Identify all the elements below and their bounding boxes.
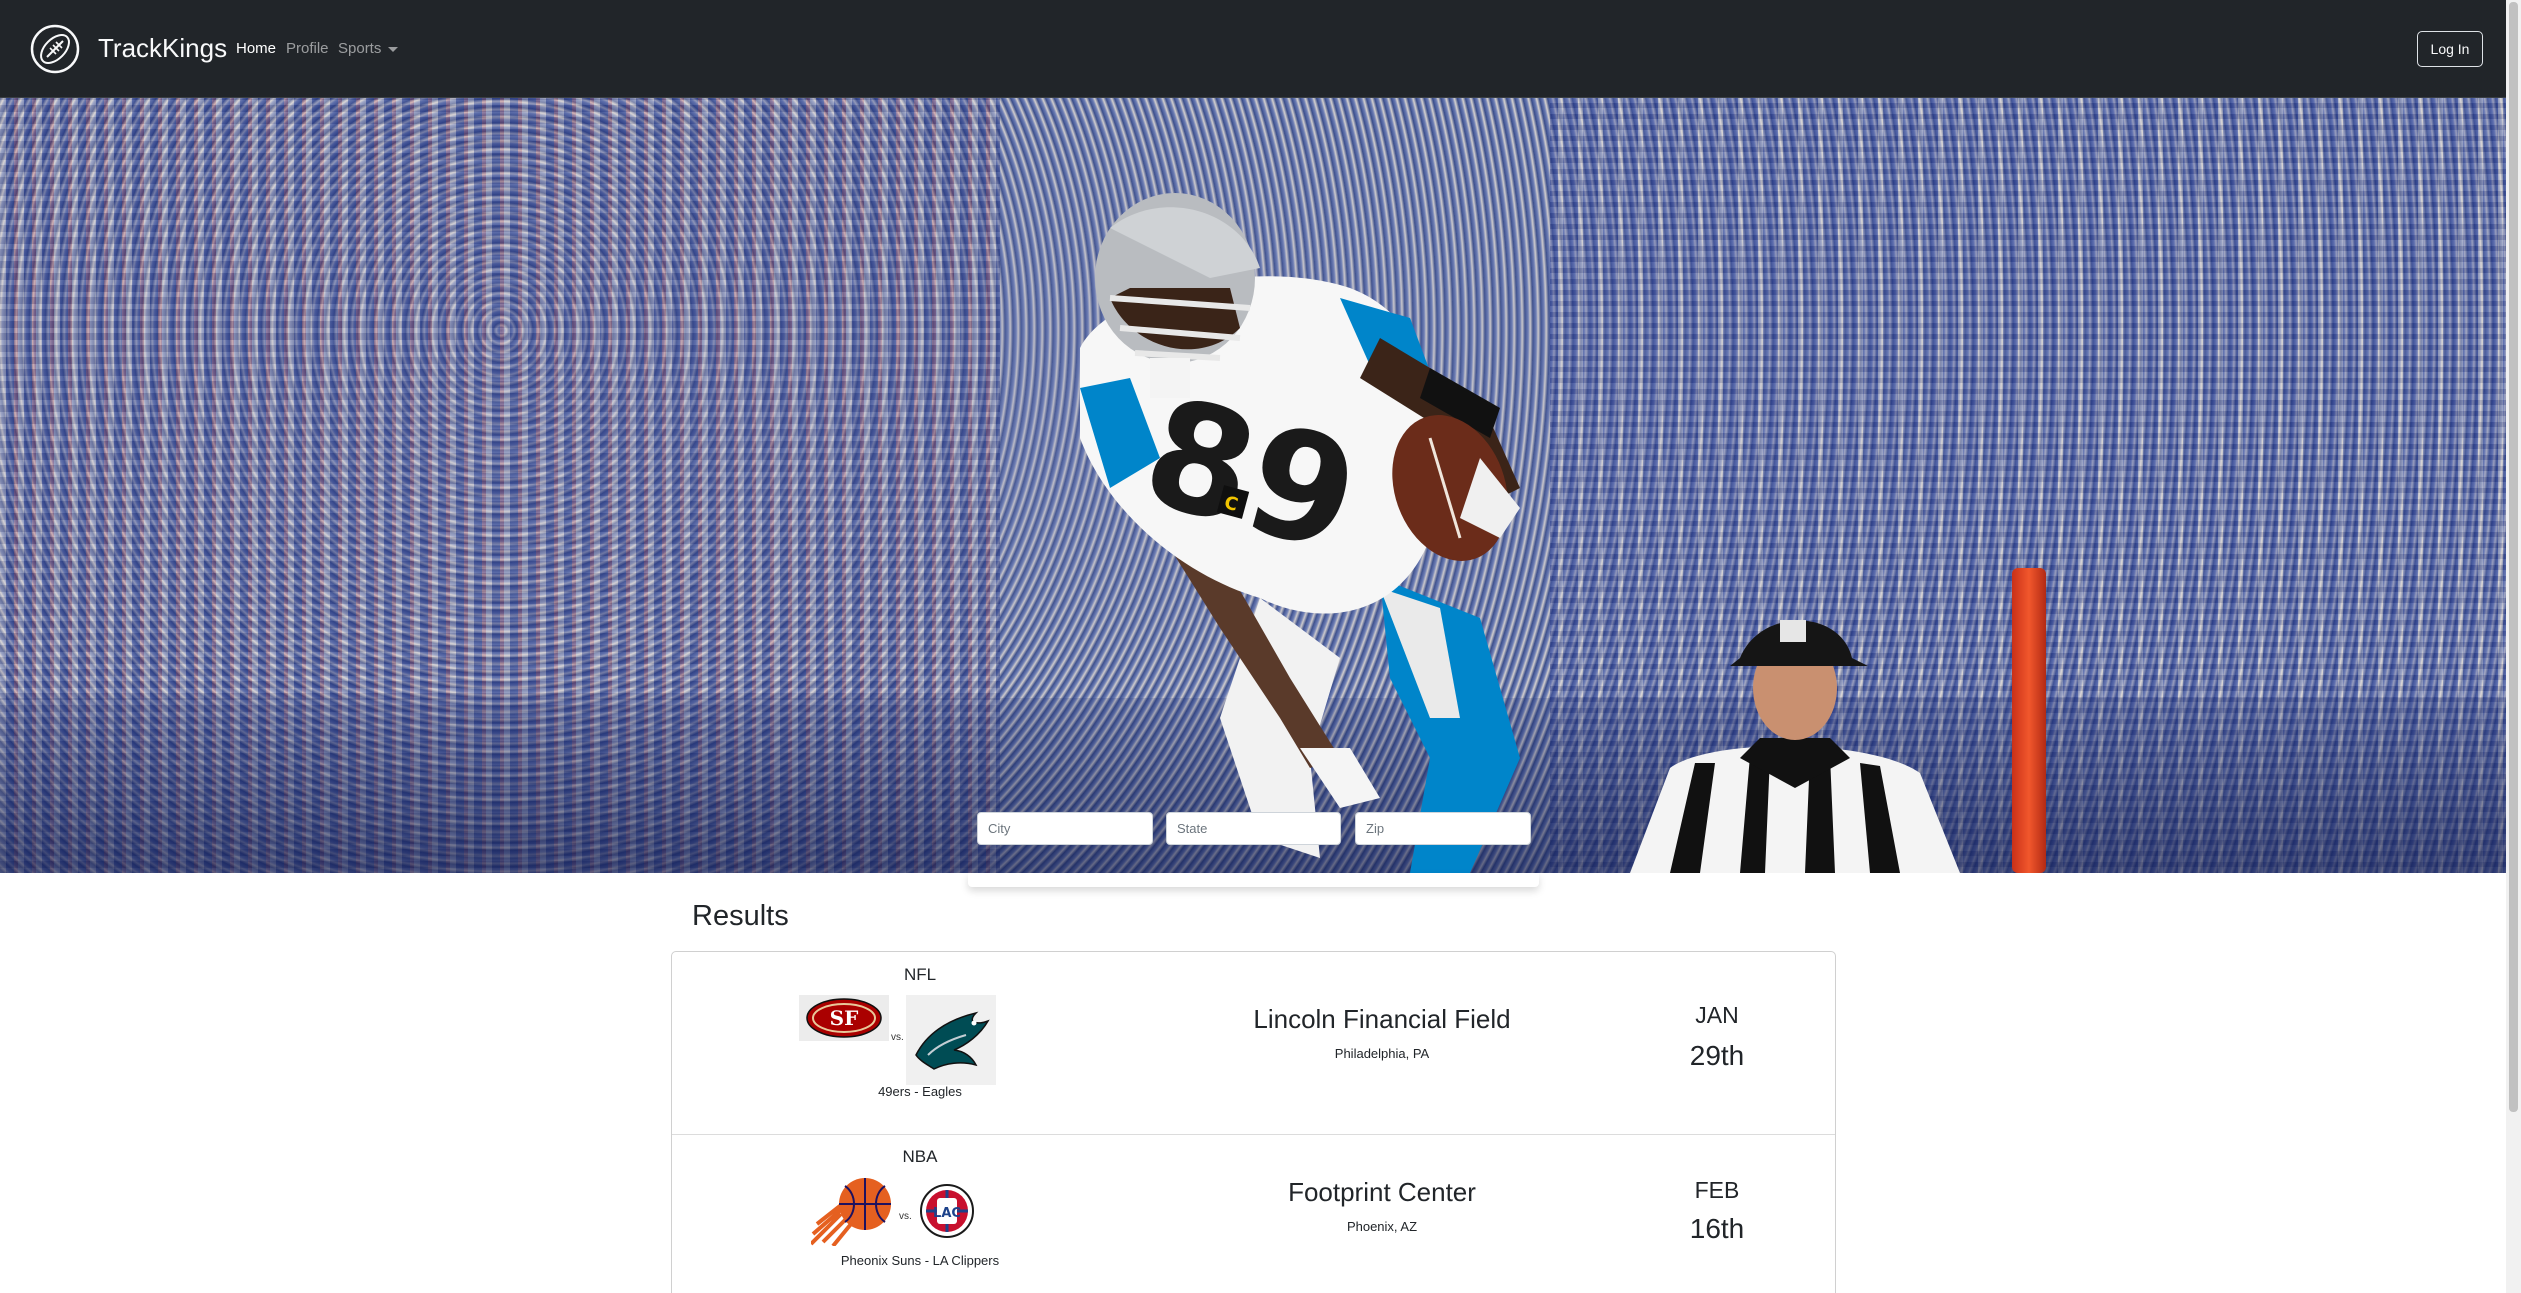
teams-caption: 49ers - Eagles bbox=[878, 1084, 962, 1099]
49ers-logo-icon: SF bbox=[799, 995, 889, 1041]
game-row[interactable]: NFL SF vs. 49ers - Eagles Lincoln Financ… bbox=[672, 952, 1835, 1135]
game-month: FEB bbox=[1694, 1177, 1740, 1203]
league-label: NBA bbox=[902, 1147, 938, 1166]
svg-text:SF: SF bbox=[830, 1006, 859, 1030]
nav-sports-dropdown[interactable]: Sports bbox=[338, 38, 399, 60]
suns-logo-icon bbox=[811, 1178, 891, 1246]
nav-profile[interactable]: Profile bbox=[286, 38, 329, 60]
city-input[interactable] bbox=[977, 812, 1153, 845]
referee-illustration bbox=[1630, 620, 1960, 873]
football-player-illustration: 89 C bbox=[1080, 193, 1520, 873]
page: TrackKings Home Profile Sports Log In 89 bbox=[0, 0, 2521, 1293]
navbar: TrackKings Home Profile Sports Log In bbox=[0, 0, 2506, 98]
teams-caption: Pheonix Suns - LA Clippers bbox=[840, 1253, 1000, 1268]
state-input[interactable] bbox=[1166, 812, 1341, 845]
hero-image: 89 C bbox=[0, 98, 2506, 873]
clippers-logo-icon: LAC bbox=[920, 1184, 974, 1238]
login-button[interactable]: Log In bbox=[2417, 31, 2483, 67]
vs-label: vs. bbox=[891, 1032, 904, 1043]
venue-name: Footprint Center bbox=[1288, 1177, 1476, 1207]
nav-home[interactable]: Home bbox=[236, 38, 276, 60]
zip-input[interactable] bbox=[1355, 812, 1531, 845]
search-panel-footer bbox=[968, 873, 1539, 887]
game-row[interactable]: NBA vs. LAC Pheonix Suns - LA Clippers F… bbox=[672, 1135, 1835, 1293]
chevron-down-icon bbox=[388, 46, 399, 52]
league-label: NFL bbox=[903, 965, 937, 984]
svg-text:LAC: LAC bbox=[933, 1206, 961, 1221]
vs-label: vs. bbox=[899, 1211, 912, 1222]
pylon bbox=[2012, 568, 2046, 873]
brand-name[interactable]: TrackKings bbox=[98, 28, 227, 68]
results-list: NFL SF vs. 49ers - Eagles Lincoln Financ… bbox=[671, 951, 1836, 1293]
venue-city: Philadelphia, PA bbox=[1334, 1046, 1430, 1061]
scrollbar-thumb[interactable] bbox=[2509, 2, 2518, 1112]
football-icon[interactable] bbox=[30, 24, 80, 74]
results-title: Results bbox=[692, 900, 789, 932]
nav-sports-label: Sports bbox=[338, 40, 382, 57]
eagles-logo-icon bbox=[906, 995, 996, 1085]
game-month: JAN bbox=[1695, 1002, 1739, 1028]
venue-name: Lincoln Financial Field bbox=[1253, 1004, 1511, 1034]
game-day: 29th bbox=[1689, 1040, 1745, 1071]
game-day: 16th bbox=[1689, 1213, 1745, 1244]
venue-city: Phoenix, AZ bbox=[1346, 1219, 1418, 1234]
